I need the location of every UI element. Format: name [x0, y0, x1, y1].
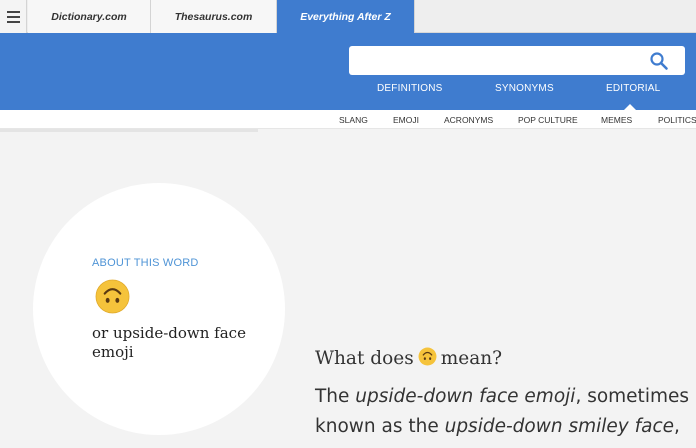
subnav-politics[interactable]: POLITICS	[658, 115, 696, 125]
para-emphasis: upside-down face emoji	[355, 386, 576, 407]
tab-everything-after-z[interactable]: Everything After Z	[277, 0, 415, 33]
subnav-emoji[interactable]: EMOJI	[393, 115, 419, 125]
article-paragraph: The upside-down face emoji, sometimes kn…	[315, 382, 690, 442]
upside-down-face-emoji-icon	[95, 279, 130, 314]
word-alt-name: or upside-down face emoji	[92, 324, 246, 361]
subnav-shadow	[0, 129, 258, 132]
about-word-card	[33, 183, 285, 435]
article-question-title: What does mean?	[315, 347, 502, 369]
subnav-memes[interactable]: MEMES	[601, 115, 632, 125]
tab-dictionary[interactable]: Dictionary.com	[28, 0, 151, 33]
upside-down-face-emoji-icon	[418, 347, 437, 366]
menu-line	[6, 10, 20, 13]
hamburger-menu-icon[interactable]	[0, 0, 27, 33]
search-icon[interactable]	[649, 51, 669, 71]
para-text: ,	[674, 416, 680, 437]
menu-line	[6, 15, 20, 18]
search-input[interactable]	[357, 50, 637, 71]
nav-synonyms[interactable]: SYNONYMS	[495, 83, 554, 94]
question-suffix: mean?	[440, 348, 503, 369]
about-heading: ABOUT THIS WORD	[92, 257, 199, 269]
site-header: DEFINITIONS SYNONYMS EDITORIAL	[0, 33, 696, 110]
subnav-acronyms[interactable]: ACRONYMS	[444, 115, 493, 125]
nav-editorial[interactable]: EDITORIAL	[606, 83, 660, 94]
nav-definitions[interactable]: DEFINITIONS	[377, 83, 443, 94]
top-tab-bar: Dictionary.com Thesaurus.com Everything …	[0, 0, 696, 33]
question-prefix: What does	[315, 348, 414, 369]
para-emphasis: upside-down smiley face	[444, 416, 674, 437]
subnav-pop-culture[interactable]: POP CULTURE	[518, 115, 578, 125]
tab-thesaurus[interactable]: Thesaurus.com	[151, 0, 277, 33]
para-text: The	[315, 386, 356, 407]
search-bar	[349, 46, 685, 75]
editorial-subnav: SLANG EMOJI ACRONYMS POP CULTURE MEMES P…	[0, 110, 696, 129]
subnav-slang[interactable]: SLANG	[339, 115, 368, 125]
menu-line	[6, 20, 20, 23]
